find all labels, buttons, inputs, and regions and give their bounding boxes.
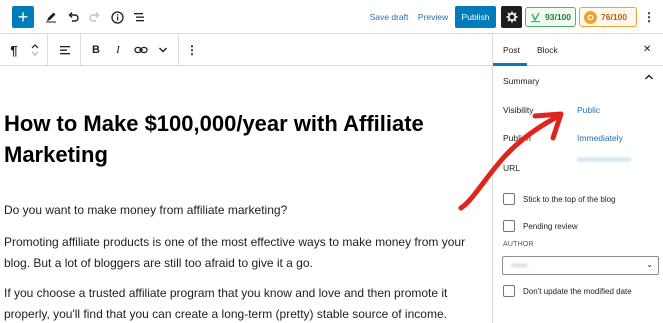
chevron-down-icon xyxy=(159,47,167,53)
sidebar-tabs: Post Block ✕ xyxy=(493,34,663,66)
tools-button[interactable] xyxy=(40,6,62,28)
modified-date-label: Don't update the modified date xyxy=(523,287,632,296)
list-view-icon xyxy=(134,13,144,22)
editor-app: + Save draft Preview Publish 93/100 76/1… xyxy=(0,0,663,323)
undo-button[interactable] xyxy=(62,6,84,28)
yoast-seo-icon xyxy=(531,12,540,22)
redo-button[interactable] xyxy=(84,6,106,28)
more-formatting-button[interactable] xyxy=(155,39,171,61)
details-button[interactable] xyxy=(106,6,128,28)
italic-button[interactable]: I xyxy=(110,39,126,61)
author-label: AUTHOR xyxy=(503,241,534,248)
url-label: URL xyxy=(503,163,521,173)
more-options-button[interactable]: ⋮ xyxy=(641,6,657,28)
active-tab-indicator xyxy=(493,63,527,66)
pilcrow-icon: ¶ xyxy=(10,42,18,58)
block-options-button[interactable]: ⋮ xyxy=(184,39,200,61)
seo-score-value: 93/100 xyxy=(545,12,571,22)
list-view-button[interactable] xyxy=(128,6,150,28)
visibility-label: Visibility xyxy=(503,105,534,115)
block-toolbar: ¶ B I ⋮ xyxy=(0,34,492,66)
paragraph-block-button[interactable]: ¶ xyxy=(6,39,22,61)
link-icon xyxy=(134,46,148,54)
undo-icon xyxy=(68,12,79,22)
settings-button[interactable] xyxy=(501,6,522,28)
bold-button[interactable]: B xyxy=(88,39,104,61)
post-title[interactable]: How to Make $100,000/year with Affiliate… xyxy=(4,108,484,170)
paragraph-block[interactable]: Do you want to make money from affiliate… xyxy=(4,200,488,221)
modified-date-checkbox[interactable] xyxy=(503,285,515,297)
gear-icon xyxy=(506,11,517,23)
chevron-down-icon: ⌄ xyxy=(646,260,653,269)
paragraph-block[interactable]: If you choose a trusted affiliate progra… xyxy=(4,283,488,323)
plus-icon: + xyxy=(17,7,29,27)
preview-button[interactable]: Preview xyxy=(415,6,451,28)
redo-icon xyxy=(89,12,100,22)
toolbar-divider xyxy=(178,34,179,66)
add-block-button[interactable]: + xyxy=(12,6,34,28)
vertical-ellipsis-icon: ⋮ xyxy=(186,43,198,57)
summary-toggle[interactable] xyxy=(644,73,654,83)
close-sidebar-button[interactable]: ✕ xyxy=(643,44,651,55)
pending-review-label: Pending review xyxy=(523,222,578,231)
readability-score-value: 76/100 xyxy=(601,12,627,22)
paragraph-block[interactable]: Promoting affiliate products is one of t… xyxy=(4,232,488,274)
url-value[interactable]: •••••••••••••••••••••• xyxy=(577,156,657,165)
toolbar-divider xyxy=(80,34,81,66)
pencil-icon xyxy=(46,12,56,23)
tab-post[interactable]: Post xyxy=(503,34,520,66)
author-select[interactable]: •••••• ⌄ xyxy=(502,256,659,275)
readability-icon xyxy=(584,10,597,24)
align-left-icon xyxy=(60,46,70,55)
tab-block[interactable]: Block xyxy=(537,34,558,66)
settings-sidebar: Post Block ✕ Summary Visibility Public P… xyxy=(492,34,663,323)
link-button[interactable] xyxy=(132,39,150,61)
chevron-up-down-icon xyxy=(31,44,39,56)
publish-button[interactable]: Publish xyxy=(455,6,496,28)
publish-date-value[interactable]: Immediately xyxy=(577,133,623,143)
visibility-value[interactable]: Public xyxy=(577,105,600,115)
sticky-label: Stick to the top of the blog xyxy=(523,195,616,204)
editor-canvas[interactable]: How to Make $100,000/year with Affiliate… xyxy=(0,66,492,323)
readability-score-button[interactable]: 76/100 xyxy=(579,7,637,27)
seo-score-button[interactable]: 93/100 xyxy=(525,7,576,27)
author-value: •••••• xyxy=(511,261,528,270)
pending-review-checkbox[interactable] xyxy=(503,220,515,232)
info-icon xyxy=(110,10,124,24)
chevron-up-icon xyxy=(645,74,653,80)
vertical-ellipsis-icon: ⋮ xyxy=(643,10,655,24)
save-draft-button[interactable]: Save draft xyxy=(366,6,412,28)
summary-panel-title[interactable]: Summary xyxy=(503,76,539,86)
publish-label: Publish xyxy=(503,133,531,143)
toolbar-divider xyxy=(47,34,48,66)
close-icon: ✕ xyxy=(643,44,652,55)
move-block-handle[interactable] xyxy=(28,39,42,61)
align-button[interactable] xyxy=(56,39,74,61)
top-toolbar: + Save draft Preview Publish 93/100 76/1… xyxy=(0,0,663,34)
sticky-checkbox[interactable] xyxy=(503,193,515,205)
